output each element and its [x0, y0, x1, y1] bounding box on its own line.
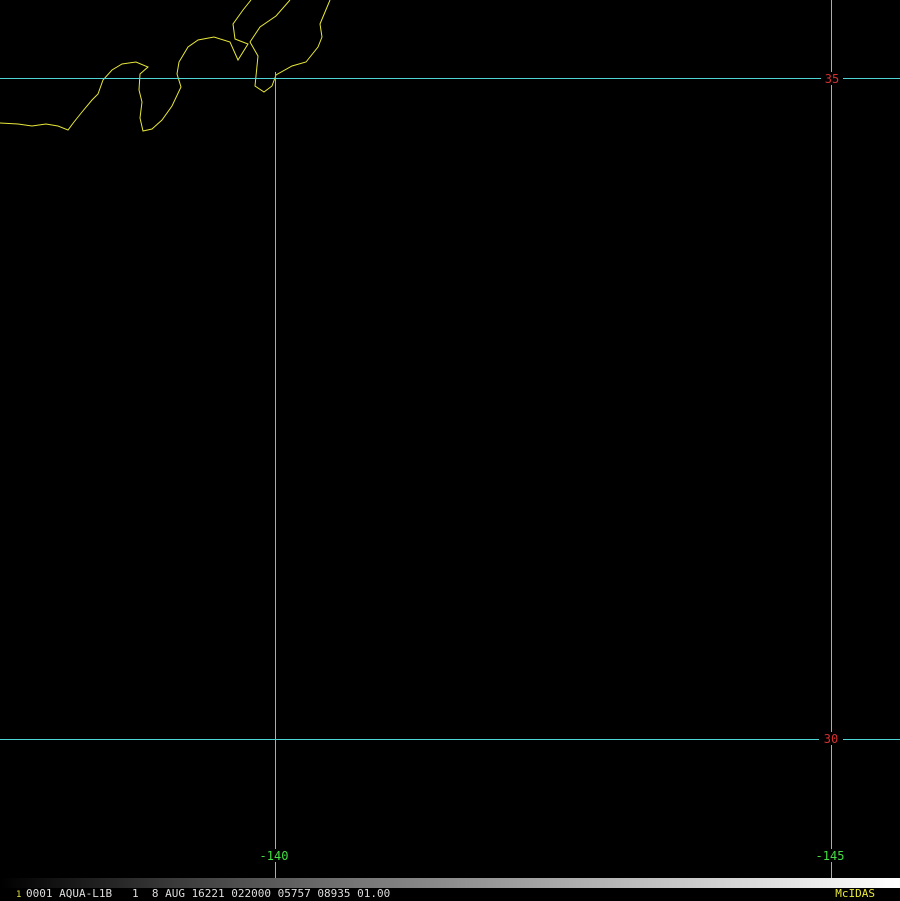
status-bar: 1 0001 AQUA-L1B 1 8 AUG 16221 022000 057…: [0, 878, 900, 900]
lon-label-140: -140: [260, 849, 289, 863]
satellite-map: 35 30 -140 -145: [0, 0, 900, 900]
status-line: 1 0001 AQUA-L1B 1 8 AUG 16221 022000 057…: [0, 888, 900, 900]
lat-label-35: 35: [825, 72, 839, 86]
map-background: [0, 0, 900, 900]
lon-label-145: -145: [816, 849, 845, 863]
frame-number: 1: [16, 890, 22, 900]
mcidas-brand: McIDAS: [835, 887, 875, 900]
lat-label-30: 30: [824, 732, 838, 746]
image-info-text: 0001 AQUA-L1B 1 8 AUG 16221 022000 05757…: [26, 887, 391, 900]
